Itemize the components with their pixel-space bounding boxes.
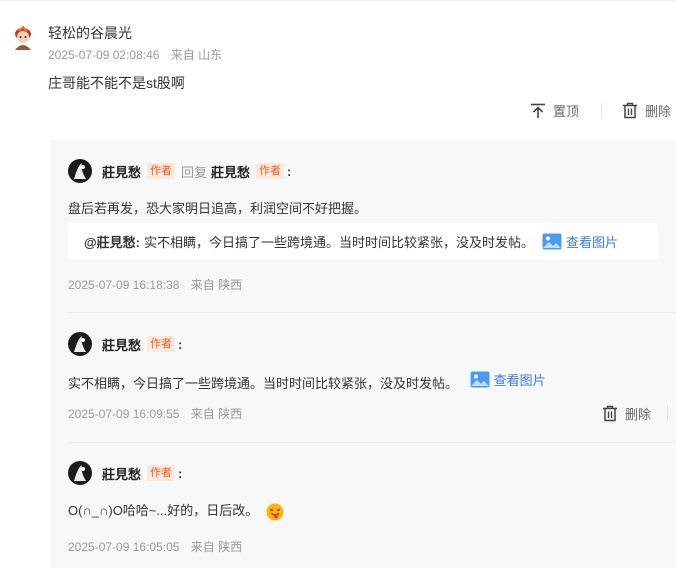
view-image-label: 查看图片	[493, 373, 546, 388]
reply-header: 莊見愁 作者 :	[68, 332, 182, 356]
reply-content: 实不相瞒，今日搞了一些跨境通。当时时间比较紧张，没及时发帖。 查看图片	[68, 370, 546, 392]
pin-button[interactable]: 置顶	[530, 101, 579, 120]
author-avatar[interactable]	[68, 461, 92, 485]
tongue-emoji-icon	[266, 503, 284, 521]
comment-actions: 置顶 删除	[530, 101, 671, 120]
trash-icon	[623, 102, 638, 119]
replies-panel: 莊見愁 作者 回复 莊見愁 作者 : 盘后若再发，恐大家明日追高，利润空间不好把…	[50, 140, 676, 568]
reply-location: 来自 陕西	[190, 407, 243, 421]
reply-time: 2025-07-09 16:05:05	[68, 540, 180, 554]
reply-author[interactable]: 莊見愁	[102, 464, 141, 483]
comment-content: 庄哥能不能不是st股啊	[48, 75, 185, 91]
reply-meta: 2025-07-09 16:05:05 来自 陕西	[68, 538, 250, 555]
view-image-link[interactable]: 查看图片	[470, 370, 546, 389]
user-avatar[interactable]	[10, 25, 36, 51]
target-tag: 作者	[256, 163, 285, 179]
reply-divider	[68, 312, 676, 313]
view-image-label: 查看图片	[566, 234, 619, 250]
comment-meta: 2025-07-09 02:08:46 来自 山东	[48, 46, 230, 63]
reply-location: 来自 陕西	[190, 540, 243, 554]
image-icon	[470, 371, 490, 388]
reply-delete-button[interactable]: 删除	[602, 404, 651, 423]
pin-top-icon	[531, 103, 545, 118]
reply-author[interactable]: 莊見愁	[102, 162, 141, 181]
reply-word: 回复	[181, 164, 208, 180]
trash-icon	[603, 405, 617, 422]
comment-time: 2025-07-09 02:08:46	[48, 48, 160, 62]
reply-content-text: O(∩_∩)O哈哈~...好的，日后改。	[68, 503, 259, 518]
reply-location: 来自 陕西	[190, 278, 243, 292]
author-tag: 作者	[147, 336, 176, 352]
reply-meta: 2025-07-09 16:09:55 来自 陕西	[68, 405, 250, 422]
reply-meta: 2025-07-09 16:18:38 来自 陕西	[68, 276, 250, 293]
author-avatar[interactable]	[68, 332, 92, 356]
view-image-link[interactable]: 查看图片	[542, 232, 618, 251]
action-divider	[601, 102, 603, 119]
reply-content-text: 实不相瞒，今日搞了一些跨境通。当时时间比较紧张，没及时发帖。	[68, 376, 459, 391]
quote-author[interactable]: @莊見愁:	[84, 232, 140, 251]
comment-username[interactable]: 轻松的谷晨光	[48, 23, 132, 43]
image-icon	[542, 233, 562, 249]
reply-divider	[68, 442, 676, 443]
reply-time: 2025-07-09 16:18:38	[68, 278, 180, 292]
reply-header: 莊見愁 作者 :	[68, 461, 182, 485]
reply-delete-label: 删除	[625, 407, 652, 422]
reply-time: 2025-07-09 16:09:55	[68, 407, 180, 421]
quote-text: 实不相瞒，今日搞了一些跨境通。当时时间比较紧张，没及时发帖。	[144, 234, 535, 250]
top-divider	[0, 0, 676, 1]
action-divider	[667, 405, 668, 421]
reply-content: 盘后若再发，恐大家明日追高，利润空间不好把握。	[68, 201, 368, 216]
reply-header: 莊見愁 作者 回复 莊見愁 作者 :	[68, 159, 291, 183]
reply-target[interactable]: 莊見愁	[211, 162, 250, 181]
author-tag: 作者	[147, 163, 176, 179]
reply-author[interactable]: 莊見愁	[102, 335, 141, 354]
comment-location: 来自 山东	[170, 48, 223, 62]
reply-content: O(∩_∩)O哈哈~...好的，日后改。	[68, 500, 284, 521]
pin-label: 置顶	[553, 104, 580, 119]
author-tag: 作者	[147, 465, 176, 481]
delete-button[interactable]: 删除	[622, 101, 671, 120]
delete-label: 删除	[645, 104, 672, 119]
quoted-reply: @莊見愁: 实不相瞒，今日搞了一些跨境通。当时时间比较紧张，没及时发帖。 查看图…	[68, 223, 658, 259]
author-avatar[interactable]	[68, 159, 92, 183]
